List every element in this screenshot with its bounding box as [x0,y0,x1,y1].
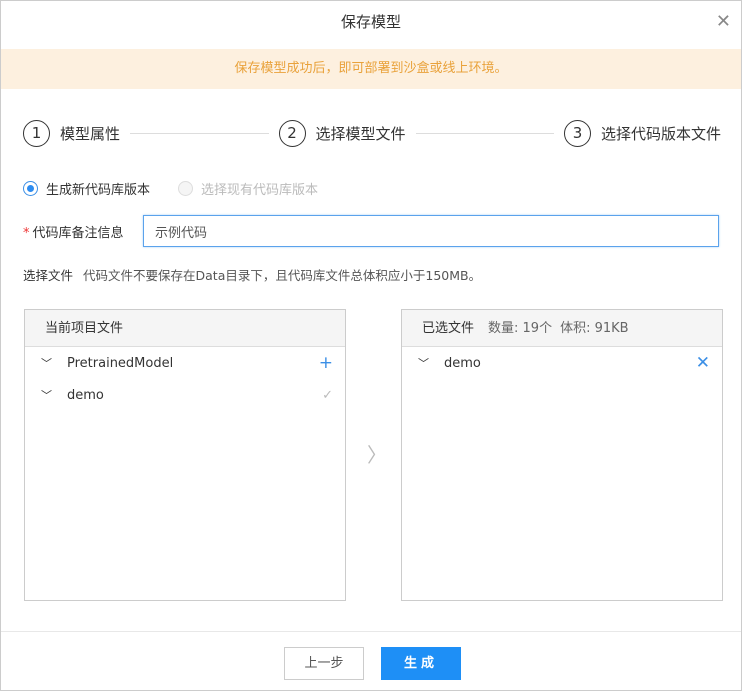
file-hint-label: 选择文件 [23,268,74,283]
step-label: 选择模型文件 [315,124,406,143]
dialog-title: 保存模型 [340,13,401,31]
chevron-down-icon[interactable]: ﹀ [418,355,432,371]
remove-icon[interactable]: ✕ [696,353,710,373]
generate-button[interactable]: 生成 [381,647,461,680]
step-2: 2 选择模型文件 [278,119,406,147]
item-name: demo [67,387,104,403]
notice-banner: 保存模型成功后，即可部署到沙盒或线上环境。 [1,49,741,89]
file-count: 数量: 19个 [488,321,553,336]
remark-label: * 代码库备注信息 [23,222,143,241]
remark-field: * 代码库备注信息 [23,215,719,247]
radio-existing-version: 选择现有代码库版本 [178,179,318,198]
radio-checked-icon [23,181,38,196]
tree-item[interactable]: ﹀ PretrainedModel + [25,347,345,379]
radio-new-version[interactable]: 生成新代码库版本 [23,179,150,198]
add-icon[interactable]: + [319,353,333,373]
chevron-down-icon[interactable]: ﹀ [41,355,55,371]
remark-label-text: 代码库备注信息 [32,225,124,241]
current-files-panel: 当前项目文件 ﹀ PretrainedModel + ﹀ demo ✓ [24,309,346,601]
chevron-down-icon[interactable]: ﹀ [41,387,55,403]
step-number: 2 [278,119,306,147]
step-3: 3 选择代码版本文件 [564,119,722,147]
selected-files-panel: 已选文件 数量: 19个 体积: 91KB ﹀ demo ✕ [401,309,723,601]
version-radio-group: 生成新代码库版本 选择现有代码库版本 [23,179,318,198]
radio-label: 生成新代码库版本 [46,183,151,198]
save-model-dialog: 保存模型 ✕ 保存模型成功后，即可部署到沙盒或线上环境。 1 模型属性 2 选择模型… [0,0,742,691]
step-divider [130,132,269,134]
step-number: 1 [23,119,50,147]
prev-step-button[interactable]: 上一步 [284,647,364,680]
item-name: demo [444,355,481,371]
step-label: 模型属性 [60,124,121,143]
radio-label: 选择现有代码库版本 [201,183,319,198]
remark-input[interactable] [143,215,719,247]
file-hint-text: 代码文件不要保存在Data目录下，且代码库文件总体积应小于150MB。 [83,268,482,283]
step-divider [415,132,554,134]
step-1: 1 模型属性 [23,119,121,147]
required-mark: * [23,225,30,241]
panel-header: 当前项目文件 [25,310,345,347]
tree-item[interactable]: ﹀ demo ✓ [25,379,345,411]
close-icon[interactable]: ✕ [716,11,731,32]
radio-unchecked-icon [178,181,194,196]
step-label: 选择代码版本文件 [601,124,722,143]
step-number: 3 [564,119,591,147]
check-icon: ✓ [322,387,333,403]
tree-item[interactable]: ﹀ demo ✕ [402,347,722,379]
file-size: 体积: 91KB [560,321,629,336]
panel-header: 已选文件 数量: 19个 体积: 91KB [402,310,722,347]
item-name: PretrainedModel [67,355,174,371]
stepper: 1 模型属性 2 选择模型文件 3 选择代码版本文件 [23,119,721,147]
dialog-footer: 上一步 生成 [1,631,741,691]
file-hint: 选择文件 代码文件不要保存在Data目录下，且代码库文件总体积应小于150MB。 [23,265,481,284]
panel-title: 已选文件 [422,321,475,336]
chevron-right-icon[interactable]: 〉 [367,439,387,468]
